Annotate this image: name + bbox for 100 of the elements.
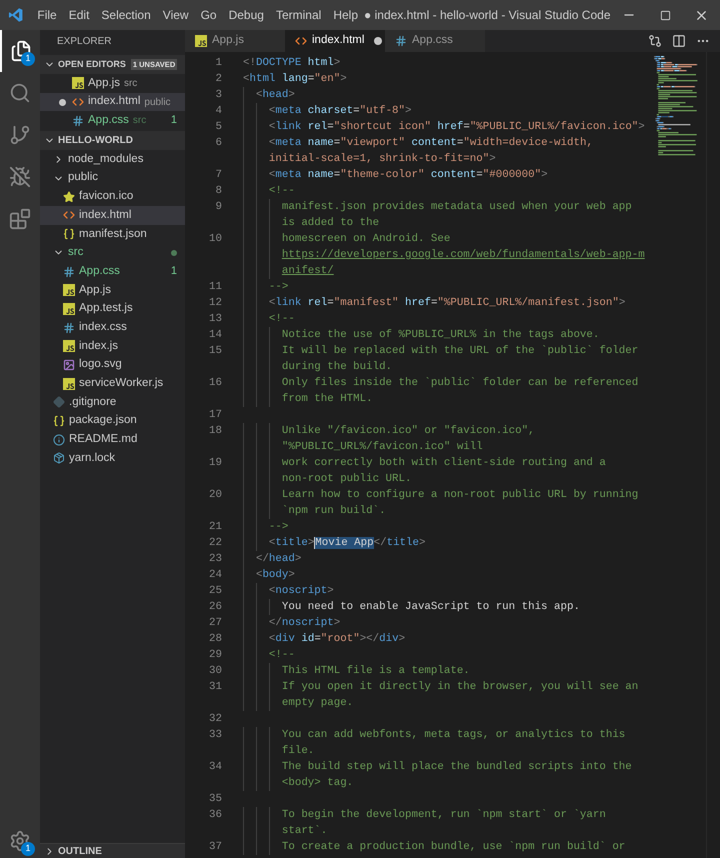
line-number: 6 [216, 137, 222, 149]
code-line: from the HTML. [280, 392, 373, 407]
line-number: 17 [209, 409, 222, 421]
javascript-file-icon [63, 302, 75, 315]
tree-item[interactable]: serviceWorker.js [40, 374, 185, 393]
tree-item[interactable]: src [40, 244, 185, 262]
tree-item[interactable]: logo.svg [40, 356, 185, 374]
line-number: 18 [209, 425, 222, 437]
image-file-icon [63, 358, 75, 371]
javascript-file-icon [63, 378, 75, 390]
code-line: It will be replaced with the URL of the `public` folder [280, 344, 638, 359]
tree-item[interactable]: App.css 1 [40, 262, 185, 281]
info-icon [53, 434, 65, 446]
menu-item[interactable]: Debug [222, 6, 270, 24]
code-line: non-root public URL. [280, 472, 412, 487]
branch-icon[interactable] [9, 124, 31, 146]
code-line: The build step will place the bundled scripts into the [280, 760, 632, 775]
window-title: ● index.html - hello-world - Visual Studio Code [364, 7, 610, 24]
bug-crossed-icon[interactable] [9, 166, 31, 188]
tree-item[interactable]: .gitignore [40, 393, 185, 412]
tree-item[interactable]: public [40, 168, 185, 188]
file-name: .gitignore [69, 394, 116, 410]
code-line: https://developers.google.com/web/fundamentals/web-app-m [280, 248, 645, 263]
code-line: <link rel="shortcut icon" href="%PUBLIC_URL%/favicon.ico"> [268, 120, 645, 135]
tree-item[interactable]: README.md [40, 430, 185, 450]
code-line: `npm run build`. [280, 504, 386, 519]
line-number: 21 [209, 521, 222, 533]
code-line: Notice the use of %PUBLIC_URL% in the tags above. [280, 328, 600, 343]
code-line: To begin the development, run `npm start` or `yarn [280, 808, 606, 823]
code-line: </noscript> [268, 616, 340, 631]
section-title: OPEN EDITORS [58, 58, 126, 71]
folder-hint: public [144, 96, 171, 110]
tree-item[interactable]: index.js [40, 336, 185, 356]
search-icon[interactable] [9, 82, 31, 104]
line-number: 12 [209, 297, 222, 309]
line-number: 20 [209, 489, 222, 501]
code-line: --> [268, 280, 288, 295]
tree-item[interactable]: App.js [40, 280, 185, 300]
code-line: "%PUBLIC_URL%/favicon.ico" will [280, 440, 483, 455]
menu-item[interactable]: File [31, 6, 63, 24]
editor-tab[interactable]: App.js [185, 30, 285, 52]
tree-item[interactable]: node_modules [40, 150, 185, 169]
file-name: index.js [79, 338, 118, 354]
open-editor-item[interactable]: App.js src [40, 74, 185, 93]
line-number: 33 [209, 729, 222, 741]
menu-item[interactable]: Go [194, 6, 223, 24]
line-number: 29 [209, 649, 222, 661]
section-header[interactable]: OUTLINE [40, 843, 185, 858]
section-header[interactable]: HELLO-WORLD [40, 131, 185, 150]
menu-item[interactable]: Terminal [270, 6, 328, 24]
editor-tab[interactable]: App.css [385, 30, 485, 52]
line-number: 28 [209, 633, 222, 645]
file-name: favicon.ico [79, 189, 134, 204]
tree-item[interactable]: index.css [40, 318, 185, 337]
menu-item[interactable]: Edit [62, 6, 96, 24]
editor-tab[interactable]: index.html [285, 30, 385, 52]
code-line: <link rel="manifest" href="%PUBLIC_URL%/manifest.json"> [268, 296, 626, 311]
braces-icon [53, 415, 65, 428]
tree-item[interactable]: yarn.lock [40, 449, 185, 468]
line-number: 34 [209, 761, 222, 773]
tree-item[interactable]: App.test.js [40, 300, 185, 318]
file-name: src [68, 245, 84, 260]
line-number: 24 [209, 569, 222, 581]
menu-item[interactable]: Selection [95, 6, 157, 24]
line-number: 23 [209, 553, 222, 565]
menu-item[interactable]: Help [327, 6, 364, 24]
hash-icon [63, 322, 75, 334]
line-number: 4 [216, 105, 222, 117]
split-editor-icon[interactable] [672, 34, 686, 48]
open-editor-item[interactable]: index.html public [40, 92, 185, 112]
tree-item[interactable]: package.json [40, 412, 185, 430]
sidebar-title: EXPLORER [57, 34, 112, 48]
line-number: 30 [209, 665, 222, 677]
code-line: <title>Movie App</title> [268, 536, 426, 551]
line-number: 16 [209, 377, 222, 389]
settings-icon[interactable] [9, 830, 31, 852]
file-name: logo.svg [79, 357, 122, 372]
compare-icon[interactable] [648, 34, 662, 48]
tree-item[interactable]: manifest.json [40, 224, 185, 244]
code-line: This HTML file is a template. [280, 664, 470, 679]
line-number: 5 [216, 121, 222, 133]
tree-item[interactable]: index.html [40, 206, 185, 225]
code-line: during the build. [280, 360, 392, 375]
blocks-icon[interactable] [9, 208, 31, 230]
menu-item[interactable]: View [156, 6, 195, 24]
problem-count: 1 [170, 264, 177, 280]
code-line: --> [268, 520, 288, 535]
line-number: 31 [209, 681, 222, 693]
file-name: App.css [88, 113, 129, 128]
open-editor-item[interactable]: App.css src 1 [40, 111, 185, 130]
braces-icon [63, 228, 75, 240]
tree-item[interactable]: favicon.ico [40, 187, 185, 206]
code-line: <div id="root"></div> [268, 632, 406, 647]
line-number: 2 [216, 73, 222, 85]
javascript-file-icon [63, 284, 75, 296]
code-line: <noscript> [268, 584, 334, 599]
files-icon[interactable] [10, 40, 32, 62]
file-name: node_modules [68, 152, 144, 167]
file-name: README.md [69, 432, 138, 448]
file-name: App.test.js [79, 301, 133, 316]
